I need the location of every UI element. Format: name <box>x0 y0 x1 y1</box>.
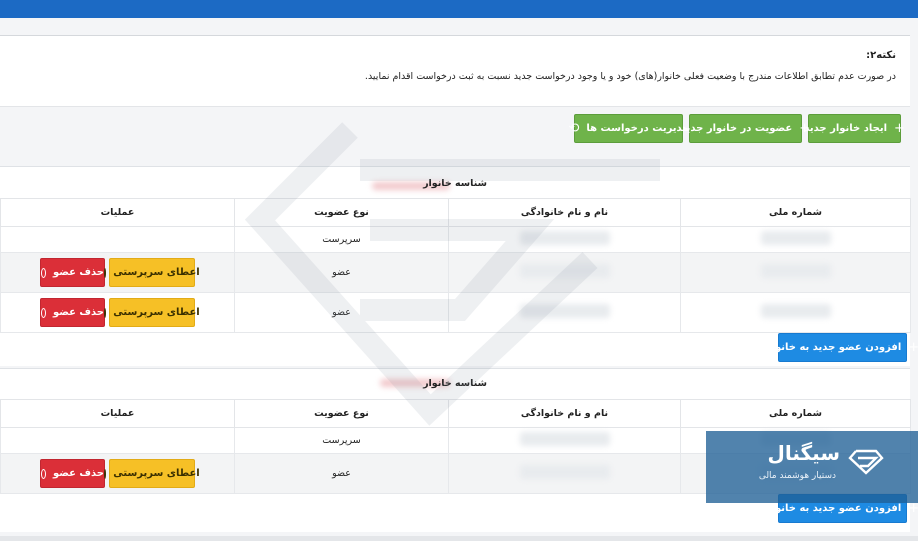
column-header-operations: عملیات <box>0 399 235 428</box>
grant-head-button[interactable]: اعطای سرپرستی <box>104 459 200 488</box>
plus-icon: + <box>908 340 918 355</box>
membership-type-value: عضو <box>234 292 449 333</box>
minus-circle-icon <box>41 468 46 479</box>
remove-member-button[interactable]: حذف عضو <box>40 258 105 287</box>
column-header-operations: عملیات <box>0 198 235 227</box>
column-header-full-name: نام و نام خانوادگی <box>448 399 681 428</box>
household-members-table: شماره ملی نام و نام خانوادگی نوع عضویت ع… <box>0 198 911 333</box>
minus-circle-icon <box>104 267 107 278</box>
column-header-national-id: شماره ملی <box>680 198 911 227</box>
full-name-value <box>519 465 610 479</box>
grant-head-button[interactable]: اعطای سرپرستی <box>104 258 200 287</box>
table-row: عضو اعطای سرپرستی حذف عضو <box>0 252 911 293</box>
add-member-button[interactable]: + افزودن عضو جدید به خانوار <box>766 333 918 362</box>
plus-icon: + <box>894 121 905 136</box>
column-header-national-id: شماره ملی <box>680 399 911 428</box>
membership-type-value: عضو <box>234 453 449 494</box>
national-id-value <box>760 264 831 278</box>
table-row: سرپرست <box>0 226 911 253</box>
minus-circle-icon <box>104 307 107 318</box>
minus-circle-icon <box>104 468 107 479</box>
top-bar <box>0 0 918 18</box>
notice-box: نکته۲: در صورت عدم تطابق اطلاعات مندرج ب… <box>0 35 910 107</box>
national-id-value <box>760 231 831 245</box>
table-row: عضو اعطای سرپرستی حذف عضو <box>0 292 911 333</box>
brand-logo-icon <box>848 449 884 475</box>
national-id-value <box>760 304 831 318</box>
grant-head-button[interactable]: اعطای سرپرستی <box>104 298 200 327</box>
notice-text: در صورت عدم تطابق اطلاعات مندرج با وضعیت… <box>364 71 896 82</box>
minus-circle-icon <box>41 307 46 318</box>
brand-name: سیگنال <box>767 441 841 465</box>
membership-type-value: سرپرست <box>234 226 449 253</box>
notice-title: نکته۲: <box>866 50 896 61</box>
create-household-button[interactable]: + ایجاد خانوار جدید <box>804 114 905 143</box>
full-name-value <box>519 432 610 446</box>
manage-requests-button[interactable]: مدیریت درخواست ها ⟲ <box>568 114 689 143</box>
remove-member-button[interactable]: حذف عضو <box>40 298 105 327</box>
membership-type-value: عضو <box>234 252 449 293</box>
plus-icon: + <box>908 501 918 516</box>
column-header-membership-type: نوع عضویت <box>234 399 449 428</box>
membership-type-value: سرپرست <box>234 427 449 454</box>
full-name-value <box>519 304 610 318</box>
minus-circle-icon <box>41 267 46 278</box>
brand-badge: سیگنال دستیار هوشمند مالی <box>706 431 918 503</box>
full-name-value <box>519 231 610 245</box>
plus-icon: + <box>799 121 811 136</box>
footer-divider <box>0 536 918 541</box>
full-name-value <box>519 264 610 278</box>
join-household-button[interactable]: + عضویت در خانوار جدید <box>681 114 810 143</box>
household-id-label: شناسه خانوار <box>423 378 487 389</box>
remove-member-button[interactable]: حذف عضو <box>40 459 105 488</box>
history-icon: ⟲ <box>568 121 580 136</box>
brand-tagline: دستیار هوشمند مالی <box>758 471 836 481</box>
household-id-label: شناسه خانوار <box>423 178 487 189</box>
column-header-full-name: نام و نام خانوادگی <box>448 198 681 227</box>
column-header-membership-type: نوع عضویت <box>234 198 449 227</box>
